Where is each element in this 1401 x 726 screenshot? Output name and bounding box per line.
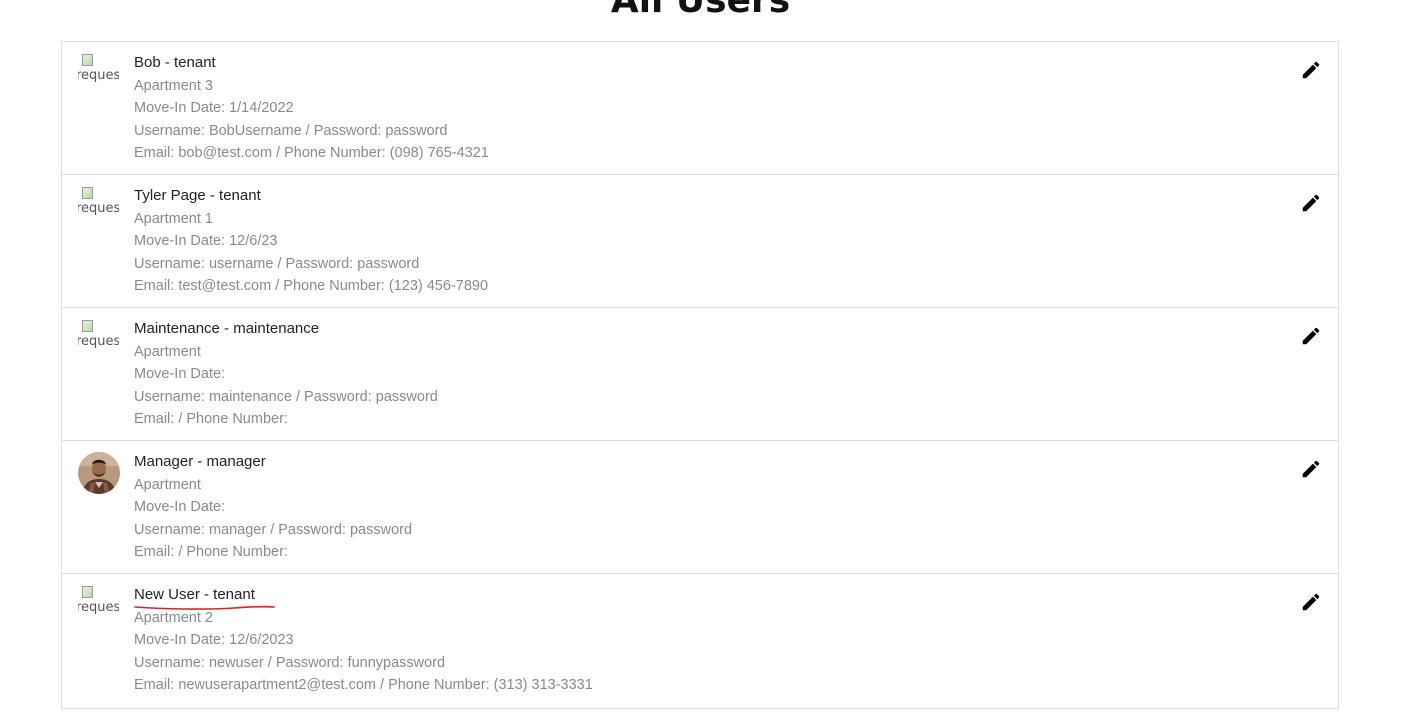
- user-move-in-date: Move-In Date:: [134, 499, 226, 515]
- broken-image-icon: [82, 54, 93, 66]
- avatar: request: [78, 586, 119, 627]
- avatar: request: [78, 320, 119, 361]
- user-apartment: Apartment 3: [134, 77, 213, 94]
- list-item: request New User - tenant Apartment 2 Mo…: [62, 574, 1338, 708]
- user-move-in-date: Move-In Date: 1/14/2022: [134, 100, 294, 116]
- user-apartment: Apartment 2: [134, 609, 213, 626]
- user-list: request Bob - tenant Apartment 3 Move-In…: [61, 41, 1339, 709]
- list-item: request Tyler Page - tenant Apartment 1 …: [62, 175, 1338, 308]
- user-name-role: Bob - tenant: [134, 54, 216, 71]
- broken-image-icon: [82, 586, 93, 598]
- user-contact: Email: / Phone Number:: [134, 411, 288, 427]
- edit-user-button[interactable]: [1299, 457, 1323, 481]
- page-title: All Users: [610, 0, 791, 21]
- user-name-role-text: New User - tenant: [134, 586, 255, 603]
- edit-user-button[interactable]: [1299, 590, 1323, 614]
- avatar-alt-text: request: [78, 600, 119, 615]
- avatar-alt-text: request: [78, 68, 119, 83]
- avatar-alt-text: request: [78, 201, 119, 216]
- pencil-icon: [1302, 61, 1320, 79]
- user-contact: Email: / Phone Number:: [134, 544, 288, 560]
- user-name-role: Manager - manager: [134, 453, 266, 470]
- user-name-role: New User - tenant: [134, 584, 275, 610]
- user-credentials: Username: maintenance / Password: passwo…: [134, 388, 438, 405]
- user-credentials: Username: username / Password: password: [134, 255, 420, 272]
- avatar: request: [78, 54, 119, 95]
- pencil-icon: [1302, 593, 1320, 611]
- user-credentials: Username: newuser / Password: funnypassw…: [134, 654, 446, 671]
- user-move-in-date: Move-In Date: 12/6/23: [134, 233, 278, 249]
- user-name-role: Maintenance - maintenance: [134, 320, 320, 337]
- avatar-photo: [78, 452, 120, 494]
- pencil-icon: [1302, 194, 1320, 212]
- list-item: request Bob - tenant Apartment 3 Move-In…: [62, 42, 1338, 175]
- user-apartment: Apartment: [134, 343, 201, 360]
- pencil-icon: [1302, 327, 1320, 345]
- edit-user-button[interactable]: [1299, 324, 1323, 348]
- person-photo-icon: [78, 452, 120, 494]
- user-details: Bob - tenant Apartment 3 Move-In Date: 1…: [134, 52, 489, 165]
- avatar-alt-text: request: [78, 334, 119, 349]
- broken-image-icon: [82, 320, 93, 332]
- user-move-in-date: Move-In Date:: [134, 366, 226, 382]
- user-credentials: Username: BobUsername / Password: passwo…: [134, 122, 448, 139]
- user-details: New User - tenant Apartment 2 Move-In Da…: [134, 584, 593, 697]
- list-item: Manager - manager Apartment Move-In Date…: [62, 441, 1338, 574]
- user-apartment: Apartment 1: [134, 210, 213, 227]
- user-apartment: Apartment: [134, 476, 201, 493]
- user-details: Maintenance - maintenance Apartment Move…: [134, 318, 438, 431]
- user-contact: Email: newuserapartment2@test.com / Phon…: [134, 677, 593, 693]
- user-move-in-date: Move-In Date: 12/6/2023: [134, 632, 294, 648]
- edit-user-button[interactable]: [1299, 191, 1323, 215]
- user-contact: Email: test@test.com / Phone Number: (12…: [134, 278, 489, 294]
- user-credentials: Username: manager / Password: password: [134, 521, 413, 538]
- broken-image-icon: [82, 187, 93, 199]
- user-details: Tyler Page - tenant Apartment 1 Move-In …: [134, 185, 488, 298]
- user-details: Manager - manager Apartment Move-In Date…: [134, 451, 412, 564]
- user-contact: Email: bob@test.com / Phone Number: (098…: [134, 145, 489, 161]
- edit-user-button[interactable]: [1299, 58, 1323, 82]
- user-name-role: Tyler Page - tenant: [134, 187, 261, 204]
- avatar: request: [78, 187, 119, 228]
- pencil-icon: [1302, 460, 1320, 478]
- list-item: request Maintenance - maintenance Apartm…: [62, 308, 1338, 441]
